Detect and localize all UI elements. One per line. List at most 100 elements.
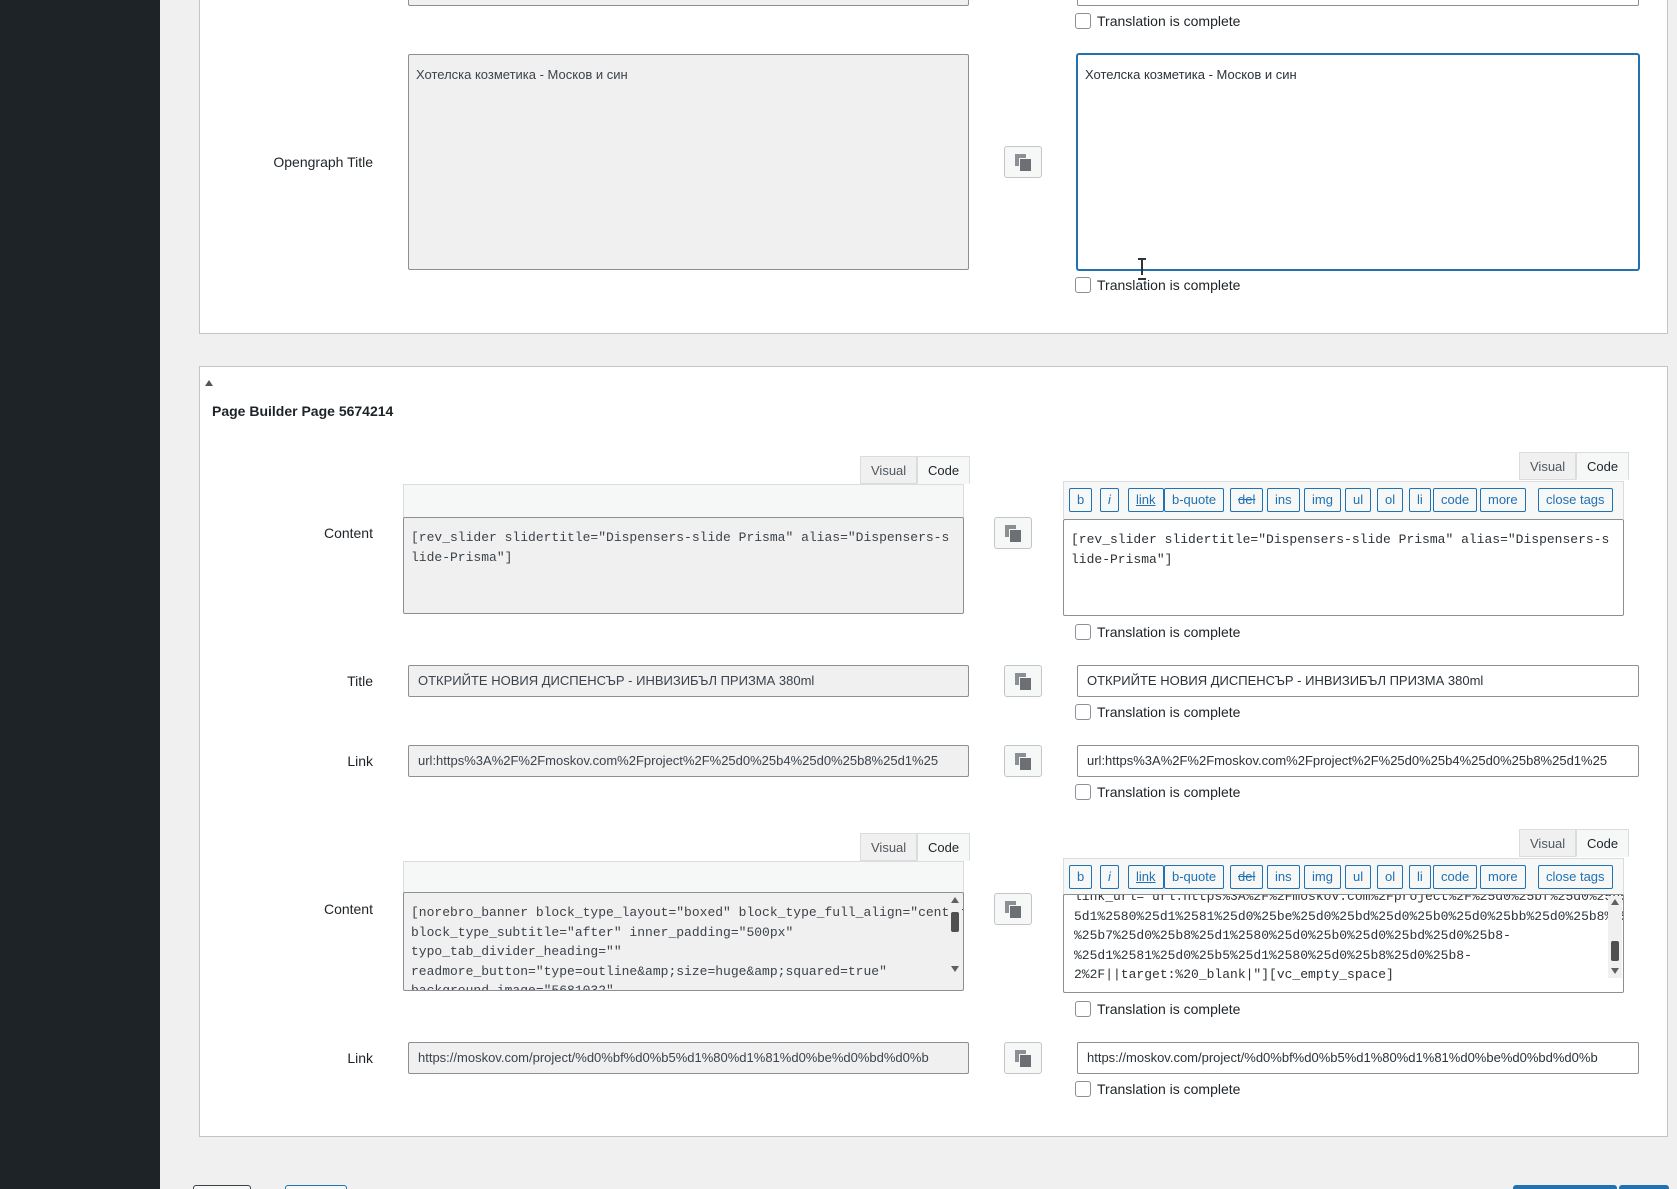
translation-complete-checkbox-6[interactable]: Translation is complete: [1075, 1081, 1240, 1097]
qt-bold-button[interactable]: b: [1069, 488, 1093, 512]
content1-original-tab-visual[interactable]: Visual: [860, 456, 918, 484]
page-builder-title: Page Builder Page 5674214: [212, 403, 394, 419]
opengraph-translation-textarea[interactable]: Хотелска козметика - Москов и син: [1077, 54, 1639, 270]
link1-translation-text: url:https%3A%2F%2Fmoskov.com%2Fproject%2…: [1087, 753, 1608, 768]
checkbox-box[interactable]: [1075, 784, 1091, 800]
content1-original-text: [rev_slider slidertitle="Dispensers-slid…: [411, 530, 950, 565]
checkbox-label: Translation is complete: [1097, 624, 1241, 640]
content2-original-tab-visual[interactable]: Visual: [860, 833, 918, 861]
content2-translation-line: 2%2F||target:%20_blank|"][vc_empty_space…: [1074, 967, 1394, 982]
qt-bquote-button[interactable]: b-quote: [1164, 488, 1225, 512]
translation-complete-checkbox-4[interactable]: Translation is complete: [1075, 784, 1240, 800]
copy-icon: [1005, 901, 1022, 919]
copy-opengraph-button[interactable]: [1004, 146, 1042, 178]
qt-img-button[interactable]: img: [1304, 488, 1341, 512]
qt-close-tags-button[interactable]: close tags: [1538, 488, 1613, 512]
qt-ins-button[interactable]: ins: [1267, 865, 1300, 889]
qt-italic-button[interactable]: i: [1100, 488, 1119, 512]
content1-original-toolbar: [403, 484, 964, 518]
content2-translation-line: %25d1%2581%25d0%25b5%25d1%2580%25d0%25b8…: [1074, 947, 1472, 963]
copy-content2-button[interactable]: [994, 893, 1032, 925]
qt-ul-button[interactable]: ul: [1345, 488, 1372, 512]
copy-icon: [1015, 154, 1032, 172]
qt-more-button[interactable]: more: [1480, 865, 1526, 889]
translation-complete-checkbox-3[interactable]: Translation is complete: [1075, 704, 1240, 720]
content2-original-tab-code[interactable]: Code: [917, 833, 971, 861]
copy-link1-button[interactable]: [1004, 745, 1042, 777]
previous-translation-textarea[interactable]: [1077, 0, 1639, 6]
bottom-button-2[interactable]: [285, 1185, 347, 1189]
qt-ins-button[interactable]: ins: [1267, 488, 1300, 512]
bottom-primary-button[interactable]: [1513, 1185, 1617, 1189]
qt-del-button[interactable]: del: [1230, 865, 1264, 889]
checkbox-label: Translation is complete: [1097, 704, 1241, 720]
checkbox-box[interactable]: [1075, 277, 1091, 293]
content2-translation-line: 5d1%2580%25d1%2581%25d0%25be%25d0%25bd%2…: [1074, 908, 1624, 924]
scroll-down-icon[interactable]: [1611, 968, 1619, 974]
qt-link-button[interactable]: link: [1128, 488, 1164, 512]
content1-original-tab-code[interactable]: Code: [917, 456, 971, 484]
scrollbar-thumb[interactable]: [951, 912, 959, 932]
translation-complete-checkbox-5[interactable]: Translation is complete: [1075, 1001, 1240, 1017]
copy-icon: [1015, 1050, 1032, 1068]
copy-title-button[interactable]: [1004, 665, 1042, 697]
content2-original-line: background_image="5681032": [411, 983, 614, 991]
content1-translation-tab-visual[interactable]: Visual: [1519, 452, 1577, 480]
qt-code-button[interactable]: code: [1433, 865, 1478, 889]
content2-translation-tab-visual[interactable]: Visual: [1519, 829, 1577, 857]
title-translation-text: ОТКРИЙТЕ НОВИЯ ДИСПЕНСЪР - ИНВИЗИБЪЛ ПРИ…: [1087, 673, 1484, 688]
qt-code-button[interactable]: code: [1433, 488, 1478, 512]
translation-complete-checkbox-2[interactable]: Translation is complete: [1075, 624, 1240, 640]
qt-ul-button[interactable]: ul: [1345, 865, 1372, 889]
qt-link-button[interactable]: link: [1128, 865, 1164, 889]
translation-complete-checkbox-0[interactable]: Translation is complete: [1075, 13, 1240, 29]
qt-italic-button[interactable]: i: [1100, 865, 1119, 889]
title-label: Title: [347, 673, 373, 689]
qt-more-button[interactable]: more: [1480, 488, 1526, 512]
title-original-input: ОТКРИЙТЕ НОВИЯ ДИСПЕНСЪР - ИНВИЗИБЪЛ ПРИ…: [408, 665, 969, 697]
link2-translation-input[interactable]: https://moskov.com/project/%d0%bf%d0%b5%…: [1077, 1042, 1639, 1074]
content2-original-scrollbar[interactable]: [948, 894, 962, 976]
bottom-primary-button-2[interactable]: [1619, 1185, 1669, 1189]
checkbox-label: Translation is complete: [1097, 784, 1241, 800]
content2-original-text: [norebro_banner block_type_layout="boxed…: [404, 893, 964, 991]
qt-li-button[interactable]: li: [1409, 488, 1431, 512]
qt-del-button[interactable]: del: [1230, 488, 1264, 512]
opengraph-original-text: Хотелска козметика - Москов и син: [416, 67, 628, 82]
link2-original-input: https://moskov.com/project/%d0%bf%d0%b5%…: [408, 1042, 969, 1074]
qt-li-button[interactable]: li: [1409, 865, 1431, 889]
bottom-button-1[interactable]: [193, 1185, 251, 1189]
link1-translation-input[interactable]: url:https%3A%2F%2Fmoskov.com%2Fproject%2…: [1077, 745, 1639, 777]
content1-translation-textarea[interactable]: [rev_slider slidertitle="Dispensers-slid…: [1063, 519, 1624, 616]
translation-complete-checkbox-1[interactable]: Translation is complete: [1075, 277, 1240, 293]
qt-ol-button[interactable]: ol: [1377, 865, 1404, 889]
admin-sidebar: [0, 0, 160, 1189]
qt-ol-button[interactable]: ol: [1377, 488, 1404, 512]
copy-link2-button[interactable]: [1004, 1042, 1042, 1074]
scroll-down-icon[interactable]: [951, 966, 959, 972]
title-translation-input[interactable]: ОТКРИЙТЕ НОВИЯ ДИСПЕНСЪР - ИНВИЗИБЪЛ ПРИ…: [1077, 665, 1639, 697]
checkbox-box[interactable]: [1075, 704, 1091, 720]
content2-original-line: [norebro_banner block_type_layout="boxed…: [411, 905, 964, 920]
content1-translation-toolbar: b i link b-quote del ins img ul ol li co…: [1063, 481, 1624, 519]
checkbox-box[interactable]: [1075, 1081, 1091, 1097]
qt-bquote-button[interactable]: b-quote: [1164, 865, 1225, 889]
copy-icon: [1015, 753, 1032, 771]
checkbox-box[interactable]: [1075, 1001, 1091, 1017]
link2-translation-text: https://moskov.com/project/%d0%bf%d0%b5%…: [1087, 1050, 1598, 1065]
qt-close-tags-button[interactable]: close tags: [1538, 865, 1613, 889]
checkbox-label: Translation is complete: [1097, 1001, 1241, 1017]
collapse-arrow-icon[interactable]: [205, 380, 213, 386]
scroll-up-icon[interactable]: [1611, 899, 1619, 905]
qt-bold-button[interactable]: b: [1069, 865, 1093, 889]
checkbox-box[interactable]: [1075, 624, 1091, 640]
scroll-up-icon[interactable]: [951, 897, 959, 903]
checkbox-box[interactable]: [1075, 13, 1091, 29]
content2-translation-tab-code[interactable]: Code: [1576, 829, 1630, 857]
content2-translation-scrollbar[interactable]: [1608, 896, 1622, 978]
copy-content1-button[interactable]: [994, 517, 1032, 549]
scrollbar-thumb[interactable]: [1611, 941, 1619, 961]
content1-translation-tab-code[interactable]: Code: [1576, 452, 1630, 480]
qt-img-button[interactable]: img: [1304, 865, 1341, 889]
content2-translation-textarea[interactable]: link_url= url:https%3A%2F%2Fmoskov.com%2…: [1063, 894, 1624, 993]
